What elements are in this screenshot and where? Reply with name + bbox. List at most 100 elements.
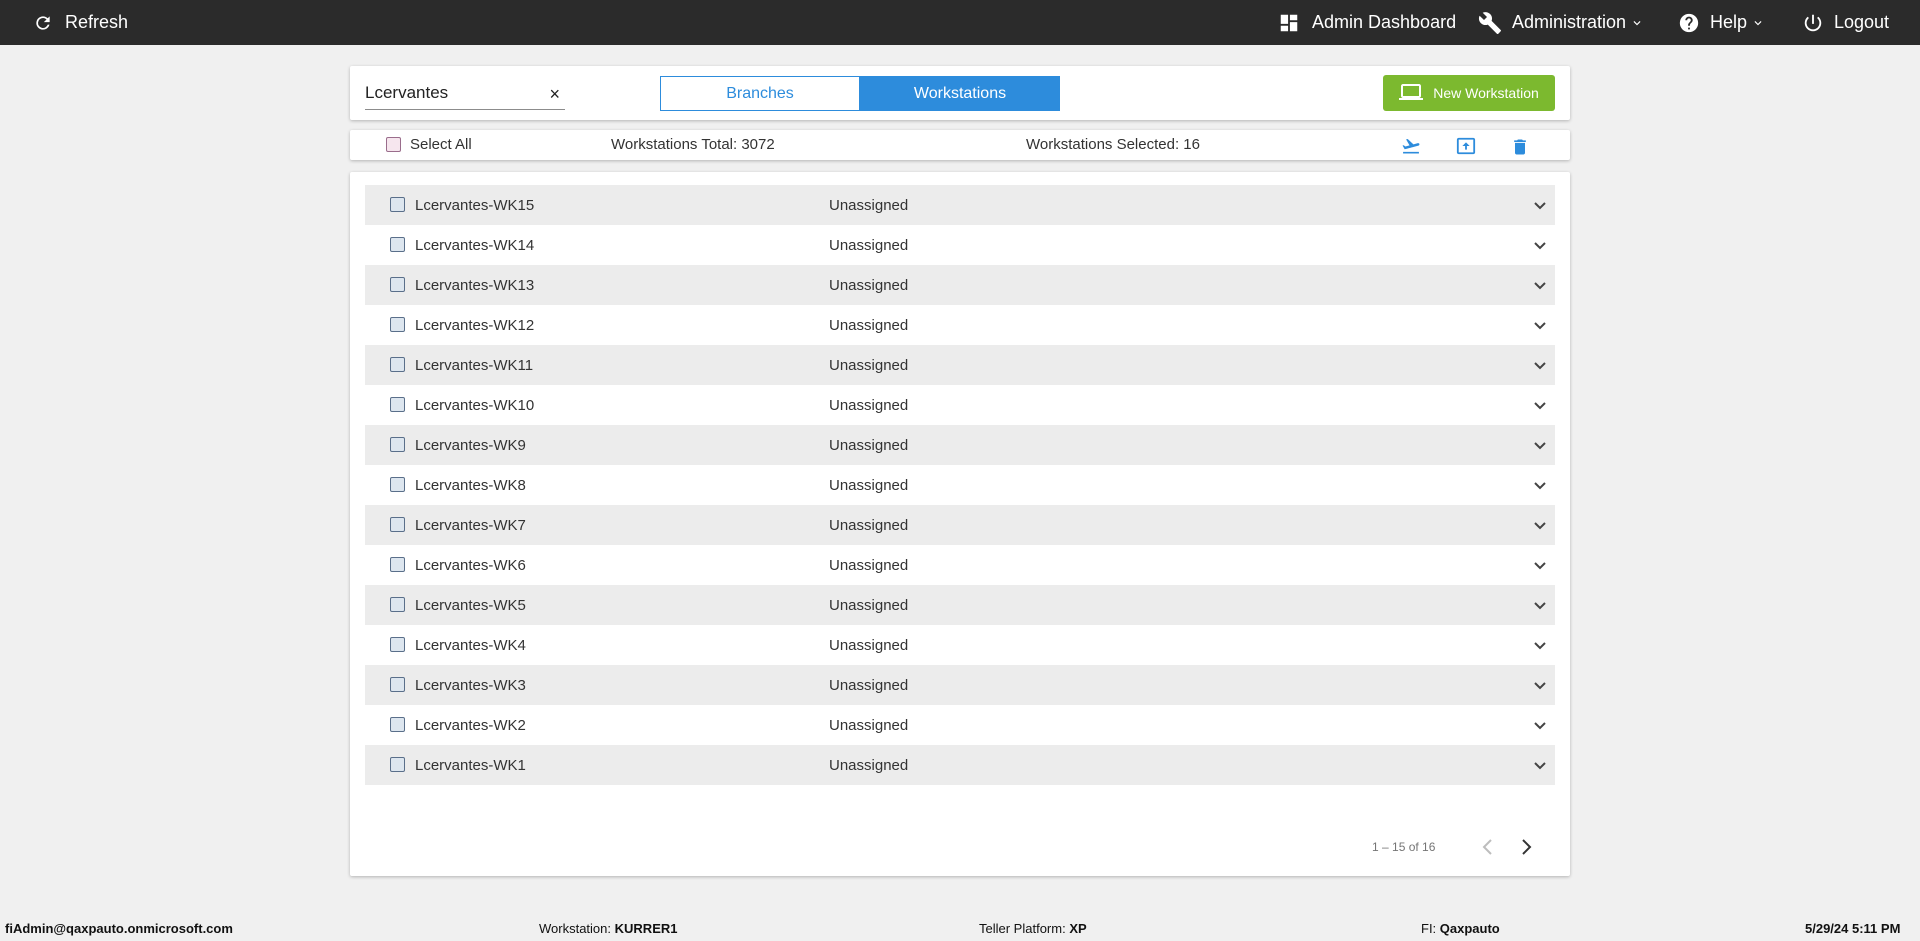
table-row[interactable]: Lcervantes-WK8 Unassigned: [365, 465, 1555, 505]
expand-chevron-icon[interactable]: [1533, 678, 1547, 697]
workstation-name: Lcervantes-WK15: [415, 196, 535, 214]
table-row[interactable]: Lcervantes-WK9 Unassigned: [365, 425, 1555, 465]
expand-chevron-icon[interactable]: [1533, 358, 1547, 377]
row-checkbox[interactable]: [390, 597, 405, 612]
logout-label: Logout: [1834, 12, 1890, 32]
expand-chevron-icon[interactable]: [1533, 238, 1547, 257]
expand-chevron-icon[interactable]: [1533, 438, 1547, 457]
footer-teller-platform: Teller Platform: XP: [979, 921, 1087, 936]
table-row[interactable]: Lcervantes-WK10 Unassigned: [365, 385, 1555, 425]
workstation-name: Lcervantes-WK1: [415, 756, 526, 774]
row-checkbox[interactable]: [390, 557, 405, 572]
workstation-status: Unassigned: [829, 596, 909, 614]
workstation-name: Lcervantes-WK13: [415, 276, 535, 294]
workstation-status: Unassigned: [829, 756, 909, 774]
table-row[interactable]: Lcervantes-WK7 Unassigned: [365, 505, 1555, 545]
row-checkbox[interactable]: [390, 277, 405, 292]
expand-chevron-icon[interactable]: [1533, 558, 1547, 577]
expand-chevron-icon[interactable]: [1533, 718, 1547, 737]
workstation-status: Unassigned: [829, 716, 909, 734]
workstation-name: Lcervantes-WK5: [415, 596, 526, 614]
chevron-down-icon: [1754, 20, 1762, 25]
expand-chevron-icon[interactable]: [1533, 478, 1547, 497]
table-row[interactable]: Lcervantes-WK11 Unassigned: [365, 345, 1555, 385]
plane-icon[interactable]: [1400, 136, 1422, 161]
expand-chevron-icon[interactable]: [1533, 318, 1547, 337]
table-row[interactable]: Lcervantes-WK3 Unassigned: [365, 665, 1555, 705]
row-checkbox[interactable]: [390, 677, 405, 692]
row-checkbox[interactable]: [390, 477, 405, 492]
expand-chevron-icon[interactable]: [1533, 198, 1547, 217]
help-menu[interactable]: Help: [1678, 0, 1765, 45]
refresh-label: Refresh: [65, 12, 129, 32]
laptop-icon: [1399, 84, 1424, 100]
admin-dashboard-label: Admin Dashboard: [1312, 12, 1457, 32]
table-row[interactable]: Lcervantes-WK15 Unassigned: [365, 185, 1555, 225]
workstation-name: Lcervantes-WK3: [415, 676, 526, 694]
refresh-button[interactable]: Refresh: [33, 0, 128, 45]
next-page-button[interactable]: [1518, 838, 1534, 861]
row-checkbox[interactable]: [390, 437, 405, 452]
row-checkbox[interactable]: [390, 397, 405, 412]
workstation-name: Lcervantes-WK4: [415, 636, 526, 654]
new-workstation-button[interactable]: New Workstation: [1383, 75, 1555, 111]
workstation-name: Lcervantes-WK8: [415, 476, 526, 494]
workstation-status: Unassigned: [829, 236, 909, 254]
expand-chevron-icon[interactable]: [1533, 278, 1547, 297]
clear-search-icon[interactable]: ×: [549, 84, 560, 105]
help-label: Help: [1710, 12, 1748, 32]
workstations-total: Workstations Total: 3072: [611, 136, 775, 153]
workstation-name: Lcervantes-WK10: [415, 396, 535, 414]
expand-chevron-icon[interactable]: [1533, 758, 1547, 777]
table-row[interactable]: Lcervantes-WK4 Unassigned: [365, 625, 1555, 665]
row-checkbox[interactable]: [390, 517, 405, 532]
table-row[interactable]: Lcervantes-WK6 Unassigned: [365, 545, 1555, 585]
workstation-status: Unassigned: [829, 636, 909, 654]
table-row[interactable]: Lcervantes-WK1 Unassigned: [365, 745, 1555, 785]
tab-workstations[interactable]: Workstations: [860, 76, 1060, 111]
workstation-name: Lcervantes-WK2: [415, 716, 526, 734]
row-checkbox[interactable]: [390, 637, 405, 652]
select-all-label: Select All: [410, 136, 472, 153]
workstation-name: Lcervantes-WK7: [415, 516, 526, 534]
workstation-status: Unassigned: [829, 356, 909, 374]
previous-page-button[interactable]: [1480, 838, 1496, 861]
row-checkbox[interactable]: [390, 237, 405, 252]
upload-icon[interactable]: [1454, 136, 1478, 161]
top-nav-bar: Refresh Admin Dashboard Administration H…: [0, 0, 1920, 45]
workstation-name: Lcervantes-WK11: [415, 356, 534, 374]
workstation-name: Lcervantes-WK12: [415, 316, 535, 334]
workstation-status: Unassigned: [829, 476, 909, 494]
row-checkbox[interactable]: [390, 357, 405, 372]
table-row[interactable]: Lcervantes-WK12 Unassigned: [365, 305, 1555, 345]
select-all-checkbox[interactable]: [386, 137, 401, 152]
wrench-icon: [1478, 11, 1501, 34]
expand-chevron-icon[interactable]: [1533, 638, 1547, 657]
table-row[interactable]: Lcervantes-WK5 Unassigned: [365, 585, 1555, 625]
row-checkbox[interactable]: [390, 317, 405, 332]
table-row[interactable]: Lcervantes-WK14 Unassigned: [365, 225, 1555, 265]
workstation-name: Lcervantes-WK9: [415, 436, 526, 454]
row-checkbox[interactable]: [390, 757, 405, 772]
status-footer: fiAdmin@qaxpauto.onmicrosoft.com Worksta…: [0, 914, 1920, 941]
workstation-name: Lcervantes-WK14: [415, 236, 535, 254]
administration-menu[interactable]: Administration: [1478, 0, 1644, 45]
search-input[interactable]: [365, 74, 535, 103]
row-checkbox[interactable]: [390, 717, 405, 732]
expand-chevron-icon[interactable]: [1533, 598, 1547, 617]
tab-branches[interactable]: Branches: [660, 76, 860, 111]
admin-dashboard-link[interactable]: Admin Dashboard: [1278, 0, 1456, 45]
row-checkbox[interactable]: [390, 197, 405, 212]
search-field-wrapper: ×: [365, 74, 565, 110]
trash-icon[interactable]: [1510, 136, 1530, 163]
workstation-status: Unassigned: [829, 516, 909, 534]
chevron-right-icon: [1522, 839, 1532, 855]
pagination-range: 1 – 15 of 16: [1372, 840, 1436, 854]
table-row[interactable]: Lcervantes-WK2 Unassigned: [365, 705, 1555, 745]
workstation-status: Unassigned: [829, 676, 909, 694]
expand-chevron-icon[interactable]: [1533, 518, 1547, 537]
expand-chevron-icon[interactable]: [1533, 398, 1547, 417]
table-row[interactable]: Lcervantes-WK13 Unassigned: [365, 265, 1555, 305]
chevron-down-icon: [1633, 20, 1641, 25]
logout-button[interactable]: Logout: [1802, 0, 1889, 45]
